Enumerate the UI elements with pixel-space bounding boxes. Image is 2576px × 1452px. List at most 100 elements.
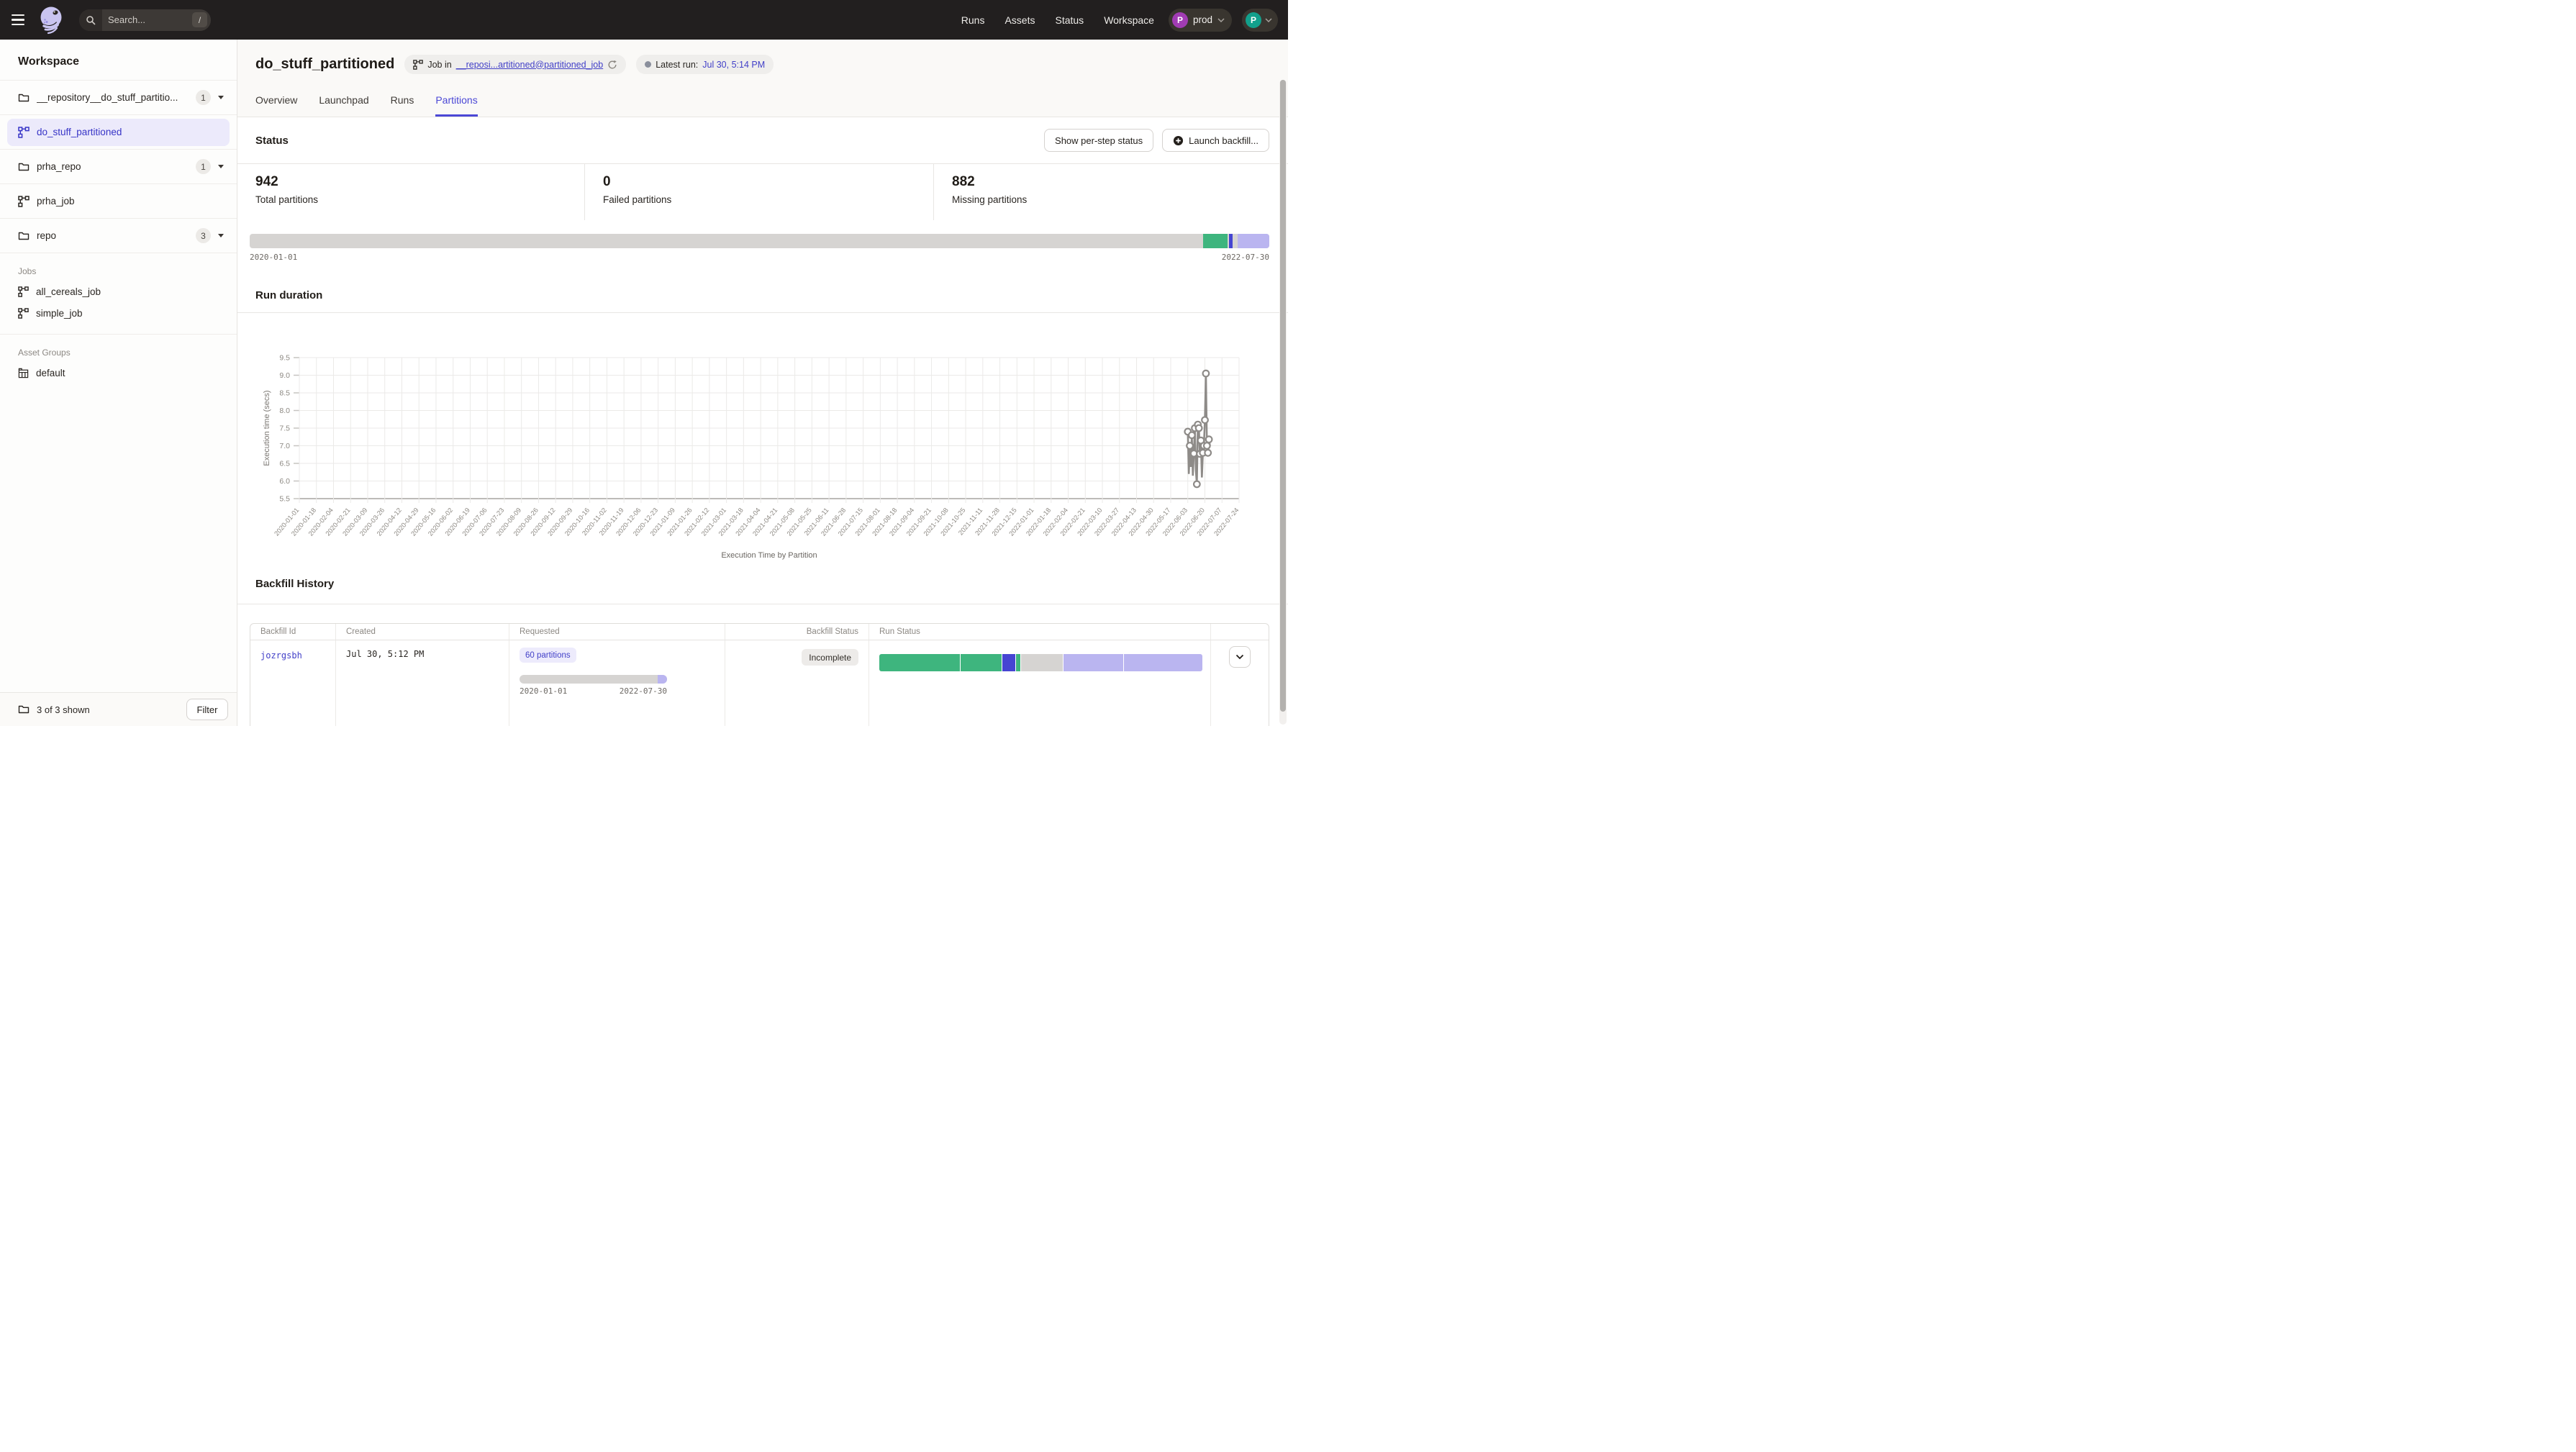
scrollbar-thumb[interactable] bbox=[1280, 80, 1286, 712]
hamburger-menu-icon[interactable] bbox=[10, 14, 26, 27]
partition-stats: 942Total partitions0Failed partitions882… bbox=[237, 164, 1288, 220]
stat-failed-partitions: 0Failed partitions bbox=[584, 164, 933, 220]
sidebar-item-label: prha_job bbox=[37, 196, 228, 207]
row-expand-cell bbox=[1211, 640, 1269, 726]
run-status-segment-lavender bbox=[1124, 654, 1202, 671]
sidebar-item-repo[interactable]: repo3 bbox=[0, 219, 237, 253]
tab-runs[interactable]: Runs bbox=[391, 90, 414, 117]
backfill-requested-cell: 60 partitions 2020-01-01 2022-07-30 bbox=[509, 640, 725, 726]
refresh-icon[interactable] bbox=[607, 60, 617, 70]
search-shortcut-badge: / bbox=[192, 12, 207, 27]
sidebar-item-prha_job[interactable]: prha_job bbox=[0, 184, 237, 219]
search-input[interactable]: Search... / bbox=[79, 9, 211, 31]
column-header-Run Status: Run Status bbox=[869, 624, 1211, 640]
main-content: do_stuff_partitioned Job in __reposi...a… bbox=[237, 40, 1288, 726]
stat-missing-partitions: 882Missing partitions bbox=[933, 164, 1282, 220]
svg-text:8.5: 8.5 bbox=[279, 389, 290, 398]
latest-run-link[interactable]: Jul 30, 5:14 PM bbox=[702, 60, 765, 70]
column-header-actions bbox=[1211, 624, 1269, 640]
run-duration-chart: 5.56.06.57.07.58.08.59.09.52020-01-01202… bbox=[237, 313, 1288, 565]
sidebar-item-label: __repository__do_stuff_partitio... bbox=[37, 92, 190, 103]
caret-down-icon[interactable] bbox=[218, 234, 224, 237]
folder-icon bbox=[18, 92, 30, 104]
sidebar-item-prha_repo[interactable]: prha_repo1 bbox=[0, 150, 237, 184]
partition-status-bar[interactable] bbox=[250, 234, 1269, 248]
column-header-Backfill Id: Backfill Id bbox=[250, 624, 336, 640]
caret-down-icon[interactable] bbox=[218, 96, 224, 99]
deployment-switcher[interactable]: P prod bbox=[1169, 9, 1232, 32]
stat-value: 0 bbox=[603, 173, 933, 191]
show-per-step-status-button[interactable]: Show per-step status bbox=[1044, 129, 1153, 152]
nav-link-runs[interactable]: Runs bbox=[961, 14, 985, 26]
caret-down-icon[interactable] bbox=[218, 165, 224, 168]
data-point bbox=[1204, 443, 1210, 449]
bar-segment-lavender bbox=[1238, 234, 1269, 248]
run-status-segment-indigo bbox=[1002, 654, 1015, 671]
sidebar-item-__repository__do_stuff_partitio...[interactable]: __repository__do_stuff_partitio... 1 bbox=[0, 81, 237, 115]
folder-icon bbox=[18, 161, 30, 173]
folder-icon bbox=[18, 704, 30, 715]
run-status-segment-gray bbox=[1021, 654, 1063, 671]
deployment-avatar: P bbox=[1172, 12, 1188, 28]
bar-segment-indigo bbox=[1229, 234, 1233, 248]
vertical-scrollbar bbox=[1279, 80, 1287, 725]
tab-launchpad[interactable]: Launchpad bbox=[319, 90, 368, 117]
sidebar-job-all_cereals_job[interactable]: all_cereals_job bbox=[0, 281, 237, 302]
top-nav: Search... / Runs Assets Status Workspace P … bbox=[0, 0, 1288, 40]
dagster-logo-icon[interactable] bbox=[37, 5, 66, 35]
job-icon bbox=[18, 127, 30, 138]
user-avatar: P bbox=[1246, 12, 1261, 28]
partition-status-bar-block: 2020-01-01 2022-07-30 bbox=[250, 234, 1269, 262]
sidebar-item-do_stuff_partitioned[interactable]: do_stuff_partitioned bbox=[0, 115, 237, 150]
column-header-Requested: Requested bbox=[509, 624, 725, 640]
run-status-bar bbox=[879, 654, 1202, 671]
deployment-name: prod bbox=[1193, 14, 1212, 25]
sidebar-asset-group-label: default bbox=[36, 368, 65, 378]
requested-partitions-bar bbox=[520, 675, 667, 684]
tab-partitions[interactable]: Partitions bbox=[435, 90, 477, 117]
sidebar-asset-group-default[interactable]: default bbox=[0, 362, 237, 384]
nav-link-status[interactable]: Status bbox=[1055, 14, 1084, 26]
tab-overview[interactable]: Overview bbox=[255, 90, 297, 117]
sidebar-item-label: repo bbox=[37, 230, 190, 241]
stat-label: Total partitions bbox=[255, 194, 584, 205]
latest-run-label: Latest run: bbox=[656, 60, 698, 70]
bar-segment-lavender bbox=[658, 675, 667, 684]
latest-run-badge: Latest run: Jul 30, 5:14 PM bbox=[636, 55, 774, 74]
nav-link-assets[interactable]: Assets bbox=[1004, 14, 1035, 26]
dagster-app: Search... / Runs Assets Status Workspace P … bbox=[0, 0, 1288, 726]
job-icon bbox=[18, 286, 29, 297]
asset-group-icon bbox=[18, 368, 29, 378]
job-origin-link[interactable]: __reposi...artitioned@partitioned_job bbox=[456, 60, 604, 70]
data-point bbox=[1203, 371, 1210, 377]
run-duration-header: Run duration bbox=[237, 289, 1288, 313]
requested-partitions-tag[interactable]: 60 partitions bbox=[520, 648, 576, 663]
job-count-badge: 1 bbox=[196, 90, 211, 105]
folder-icon bbox=[18, 230, 30, 242]
backfill-history-table: Backfill IdCreatedRequestedBackfill Stat… bbox=[250, 623, 1269, 726]
backfill-id-link[interactable]: jozrgsbh bbox=[260, 650, 302, 661]
workspace-sidebar: Workspace __repository__do_stuff_partiti… bbox=[0, 40, 237, 726]
data-point bbox=[1202, 417, 1208, 423]
job-tabs: Overview Launchpad Runs Partitions bbox=[255, 90, 1269, 117]
sidebar-title: Workspace bbox=[0, 40, 237, 81]
job-icon bbox=[18, 308, 29, 319]
data-point bbox=[1196, 425, 1202, 432]
backfill-status-cell: Incomplete bbox=[725, 640, 869, 726]
filter-button[interactable]: Filter bbox=[186, 699, 228, 720]
requested-bar-start-date: 2020-01-01 bbox=[520, 686, 567, 696]
run-status-segment-green bbox=[961, 654, 1002, 671]
nav-link-workspace[interactable]: Workspace bbox=[1104, 14, 1154, 26]
expand-row-button[interactable] bbox=[1229, 646, 1251, 668]
backfill-created-cell: Jul 30, 5:12 PM bbox=[336, 640, 509, 726]
sidebar-job-simple_job[interactable]: simple_job bbox=[0, 302, 237, 324]
stat-total-partitions: 942Total partitions bbox=[237, 164, 584, 220]
stat-value: 882 bbox=[952, 173, 1282, 191]
run-duration-heading: Run duration bbox=[255, 289, 322, 301]
user-menu[interactable]: P bbox=[1242, 9, 1278, 32]
status-heading: Status bbox=[255, 135, 289, 147]
job-origin-badge: Job in __reposi...artitioned@partitioned… bbox=[404, 55, 626, 74]
chevron-down-icon bbox=[1217, 18, 1225, 22]
launch-backfill-button[interactable]: Launch backfill... bbox=[1162, 129, 1269, 152]
svg-text:Execution time (secs): Execution time (secs) bbox=[263, 390, 271, 466]
